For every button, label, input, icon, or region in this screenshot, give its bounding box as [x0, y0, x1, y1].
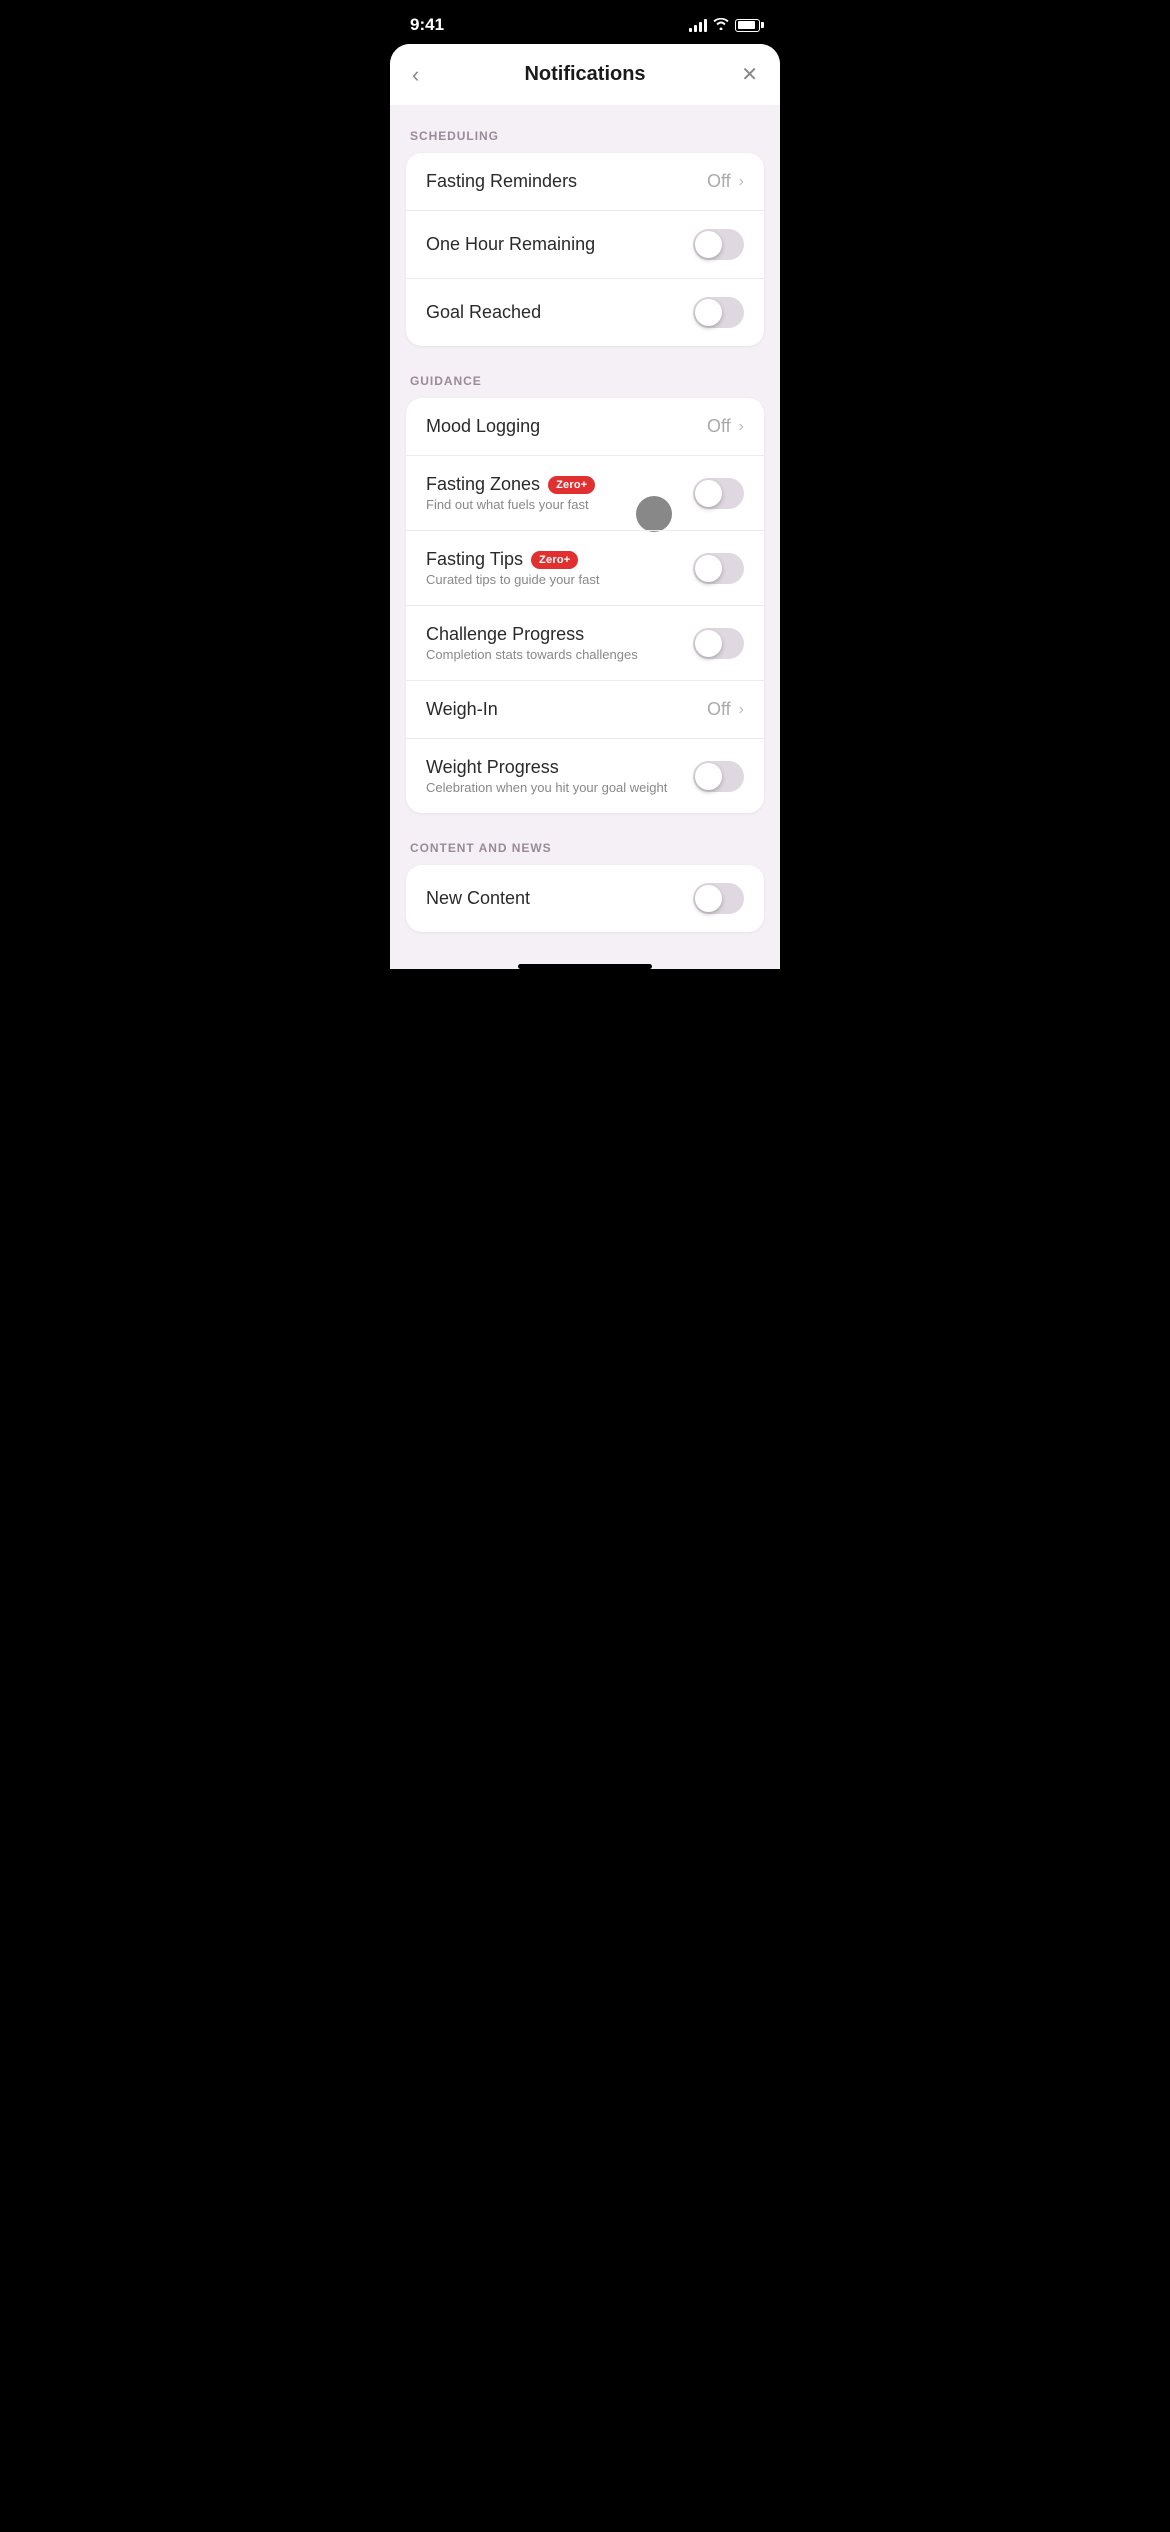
home-indicator — [518, 964, 652, 969]
zero-plus-badge: Zero+ — [548, 476, 595, 494]
signal-icon — [689, 18, 707, 32]
row-title: One Hour Remaining — [426, 234, 595, 254]
page-container: ‹ Notifications ✕ SCHEDULING Fasting Rem… — [390, 44, 780, 969]
challenge-progress-toggle[interactable] — [693, 628, 744, 659]
battery-icon — [735, 19, 760, 32]
row-title: Challenge Progress — [426, 624, 584, 644]
row-value: Off — [707, 171, 731, 192]
row-title: New Content — [426, 888, 530, 908]
tooltip-dot[interactable] — [636, 496, 672, 532]
row-subtitle: Completion stats towards challenges — [426, 647, 693, 662]
section-label-scheduling: SCHEDULING — [406, 129, 764, 143]
row-subtitle: Curated tips to guide your fast — [426, 572, 693, 587]
list-item[interactable]: Weigh-In Off › — [406, 680, 764, 738]
list-item: New Content — [406, 865, 764, 932]
status-time: 9:41 — [410, 15, 444, 35]
row-title: Fasting Reminders — [426, 171, 577, 191]
status-bar: 9:41 — [390, 0, 780, 44]
content-area: SCHEDULING Fasting Reminders Off › One H… — [390, 105, 780, 956]
row-title: Fasting Zones — [426, 474, 540, 495]
wifi-icon — [713, 17, 729, 33]
list-item[interactable]: Fasting Reminders Off › — [406, 153, 764, 210]
row-title: Mood Logging — [426, 416, 540, 436]
fasting-zones-toggle[interactable] — [693, 478, 744, 509]
row-title: Goal Reached — [426, 302, 541, 322]
list-item: Weight Progress Celebration when you hit… — [406, 738, 764, 813]
row-title: Fasting Tips — [426, 549, 523, 570]
content-news-card: New Content — [406, 865, 764, 932]
page-title: Notifications — [524, 63, 645, 86]
list-item: Fasting Tips Zero+ Curated tips to guide… — [406, 530, 764, 605]
row-value: Off — [707, 699, 731, 720]
new-content-toggle[interactable] — [693, 883, 744, 914]
row-title: Weight Progress — [426, 757, 559, 777]
one-hour-toggle[interactable] — [693, 229, 744, 260]
list-item: Challenge Progress Completion stats towa… — [406, 605, 764, 680]
status-icons — [689, 17, 760, 33]
row-value: Off — [707, 416, 731, 437]
chevron-right-icon: › — [739, 173, 744, 191]
fasting-tips-toggle[interactable] — [693, 553, 744, 584]
scheduling-card: Fasting Reminders Off › One Hour Remaini… — [406, 153, 764, 346]
guidance-card: Mood Logging Off › Fasting Zones Zero+ F… — [406, 398, 764, 813]
chevron-right-icon: › — [739, 701, 744, 719]
row-subtitle: Celebration when you hit your goal weigh… — [426, 780, 693, 795]
list-item: One Hour Remaining — [406, 210, 764, 278]
nav-header: ‹ Notifications ✕ — [390, 44, 780, 105]
row-title: Weigh-In — [426, 699, 498, 719]
chevron-right-icon: › — [739, 418, 744, 436]
list-item: Goal Reached — [406, 278, 764, 346]
weight-progress-toggle[interactable] — [693, 761, 744, 792]
list-item[interactable]: Mood Logging Off › — [406, 398, 764, 455]
close-button[interactable]: ✕ — [741, 62, 758, 87]
list-item: Fasting Zones Zero+ Find out what fuels … — [406, 455, 764, 530]
zero-plus-badge: Zero+ — [531, 551, 578, 569]
section-label-content: CONTENT AND NEWS — [406, 841, 764, 855]
goal-reached-toggle[interactable] — [693, 297, 744, 328]
back-button[interactable]: ‹ — [412, 64, 419, 86]
section-label-guidance: GUIDANCE — [406, 374, 764, 388]
